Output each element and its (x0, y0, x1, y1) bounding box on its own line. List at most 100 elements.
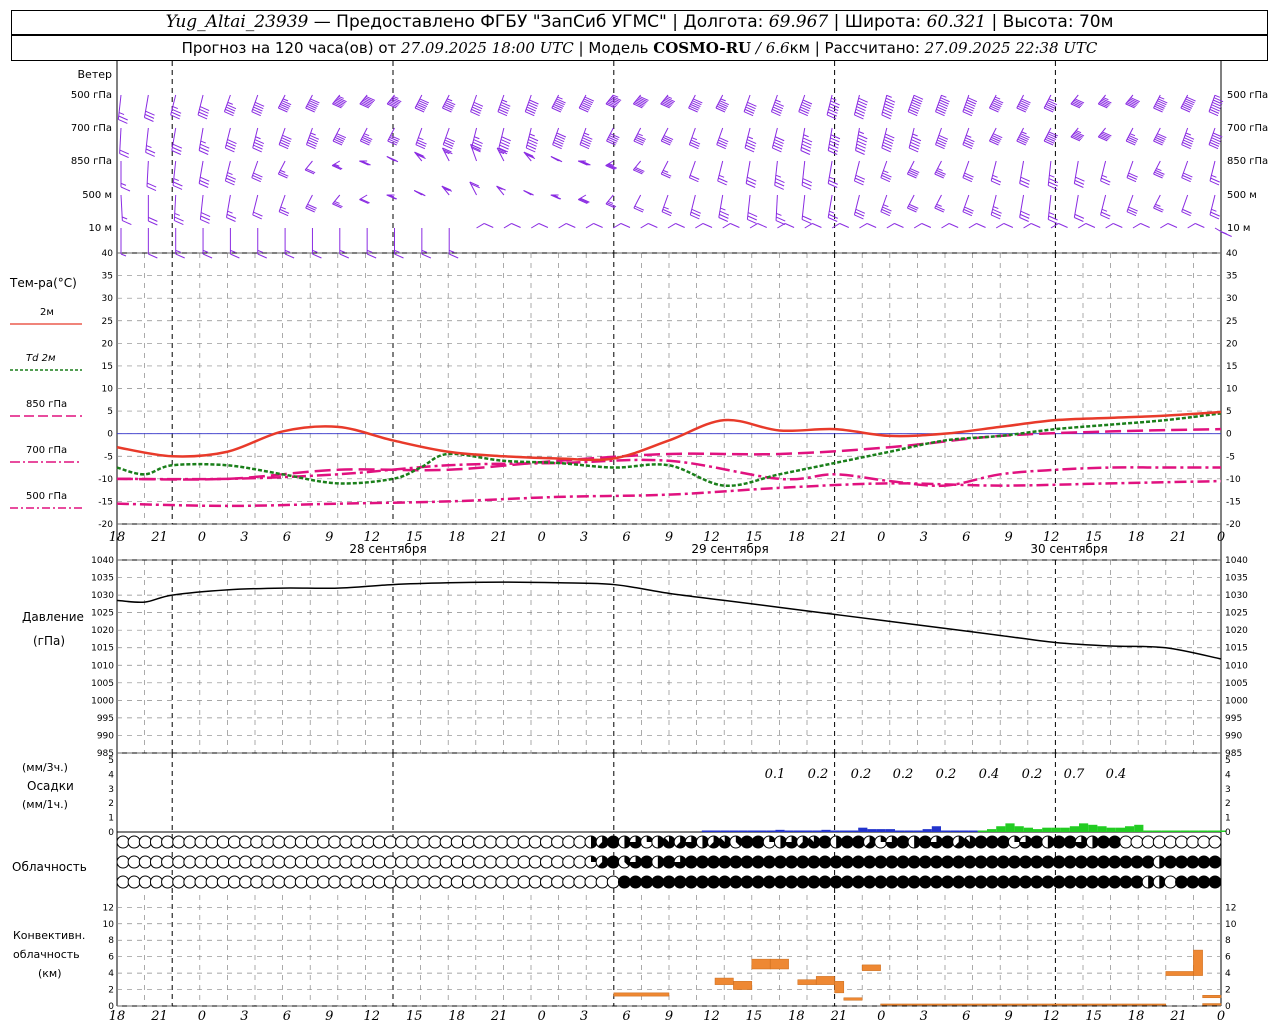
cloud-circle (361, 835, 375, 849)
wind-barb-feather (636, 135, 646, 140)
wind-barb (1187, 223, 1205, 229)
wind-barb-half (1048, 98, 1055, 102)
wind-barb-staff (585, 223, 594, 229)
wind-barb-feather (716, 105, 727, 111)
wind-barb (414, 94, 430, 113)
cloud-fill (1175, 876, 1188, 888)
wind-barb-staff (746, 194, 751, 220)
wind-barb-feather (122, 220, 132, 226)
cloud-fill (819, 856, 831, 868)
wind-barb-staff (1209, 194, 1216, 216)
wind-barb-feather (580, 103, 591, 109)
wind-barb-staff (1019, 194, 1025, 218)
wind-barb-staff (689, 194, 696, 216)
temp-tick-right: 35 (1226, 272, 1237, 282)
wind-barb (277, 94, 292, 113)
wind-barb-feather (775, 178, 785, 184)
cloud-circle (239, 875, 253, 889)
cloud-circle (239, 855, 253, 869)
conv-tick-left: 8 (108, 936, 114, 946)
cloud-circle (250, 835, 264, 849)
wind-barb (503, 223, 521, 229)
conv-title-1: Конвективн. (13, 929, 85, 942)
cloud-circle (1130, 835, 1144, 849)
wind-barb (223, 94, 237, 117)
wind-barb-feather (1018, 136, 1028, 142)
wind-barb-feather (200, 215, 210, 221)
cloud-circle (328, 835, 342, 849)
temp-tick-left: 40 (102, 249, 114, 259)
wind-barb-feather (747, 176, 757, 182)
wind-barb-feather (993, 133, 1003, 139)
time-tick-upper: 9 (325, 530, 333, 545)
wind-barb (800, 127, 813, 155)
precip-bar (1125, 826, 1135, 832)
wind-barb-feather (989, 107, 999, 113)
wind-barb-half (1101, 208, 1108, 212)
wind-barb (1050, 223, 1068, 229)
cloud-fill (1008, 856, 1021, 868)
cloud-fill (785, 876, 798, 888)
cloud-fill (852, 856, 865, 868)
temp-tick-left: 30 (102, 294, 114, 304)
wind-barb (962, 94, 978, 117)
precip-bar (1042, 827, 1052, 832)
cloud-fill (975, 856, 987, 868)
wind-barb (660, 127, 674, 146)
convective-bar (714, 977, 734, 985)
wind-barb-staff (1100, 194, 1107, 216)
wind-barb-feather (387, 140, 397, 146)
wind-barb (695, 223, 713, 229)
wind-barb (1209, 160, 1220, 186)
wind-barb-staff (771, 127, 778, 149)
wind-barb-feather (1075, 176, 1085, 182)
precip-bar (1143, 830, 1153, 832)
wind-barb-feather (702, 223, 713, 228)
conv-tick-right: 8 (1225, 936, 1231, 946)
wind-barb-feather (566, 223, 576, 228)
cloud-fill (919, 836, 932, 848)
convective-bar (1202, 995, 1222, 999)
wind-barb (688, 94, 703, 113)
convective-bar (1202, 1003, 1222, 1006)
cloud-circle (573, 855, 587, 869)
wind-barb (386, 156, 399, 163)
cloud-circle (216, 875, 230, 889)
time-tick-lower: 21 (830, 1009, 848, 1024)
cloud-fill (1053, 856, 1065, 868)
wind-barb-staff (1126, 194, 1134, 212)
cloud-fill (975, 836, 987, 848)
wind-title: Ветер (78, 68, 112, 81)
cloud-circle (350, 835, 364, 849)
wind-barb-feather (416, 191, 426, 197)
precip-bar (747, 830, 757, 832)
wind-barb-feather (688, 107, 698, 113)
cloud-circle (506, 855, 520, 869)
cloud-fill (707, 876, 720, 888)
cloud-circle (261, 875, 275, 889)
wind-barb-half (720, 207, 726, 211)
wind-barb-staff (198, 160, 204, 184)
wind-barb (613, 223, 631, 229)
wind-barb-staff (1126, 160, 1134, 178)
cloud-circle (116, 835, 130, 849)
cloud-circle (294, 835, 308, 849)
wind-barb-half (172, 106, 178, 110)
cloud-fill (741, 836, 753, 848)
wind-barb (1160, 223, 1178, 229)
conv-tick-right: 6 (1225, 953, 1231, 963)
wind-barb-half (421, 249, 428, 253)
cloud-fill (774, 876, 787, 888)
wind-barb-feather (418, 100, 429, 106)
temp-tick-left: -20 (98, 520, 113, 530)
cloud-fill (841, 836, 854, 848)
cloud-fill (941, 836, 954, 848)
time-tick-lower: 12 (363, 1009, 380, 1024)
cloud-fill (952, 876, 965, 888)
cloud-circle (595, 875, 609, 889)
wind-barb (827, 127, 841, 155)
wind-level-label: 500 м (82, 190, 112, 201)
wind-barb (386, 194, 397, 200)
wind-barb-staff (744, 127, 751, 149)
wind-barb-staff (853, 160, 860, 182)
